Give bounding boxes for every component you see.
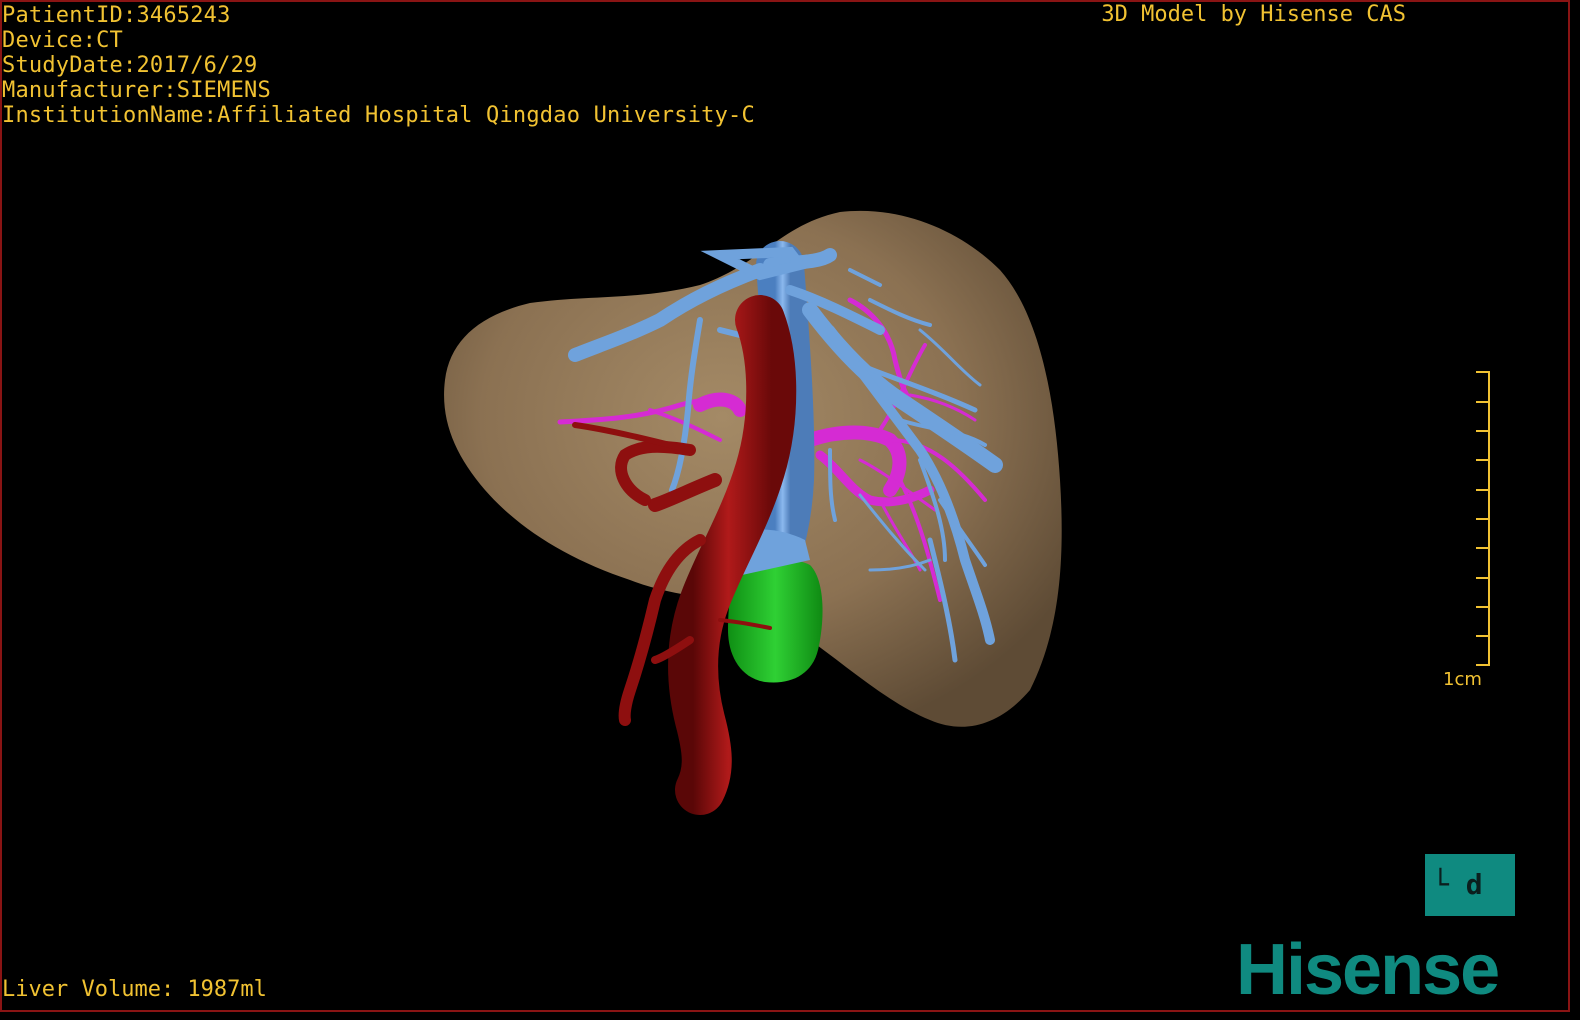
- liver-volume-label: Liver Volume: 1987ml: [2, 977, 267, 1002]
- hisense-logo: Hisense: [1236, 930, 1500, 1010]
- patient-id-label: PatientID:3465243: [2, 3, 231, 28]
- 3d-viewport[interactable]: [0, 0, 1580, 1020]
- scale-bar-label: 1cm: [1443, 669, 1482, 690]
- manufacturer-label: Manufacturer:SIEMENS: [2, 78, 271, 103]
- orientation-cube-label: └ d: [1432, 868, 1483, 901]
- scale-bar: [1476, 371, 1490, 666]
- institution-label: InstitutionName:Affiliated Hospital Qing…: [2, 103, 755, 128]
- device-label: Device:CT: [2, 28, 124, 53]
- model-credit-label: 3D Model by Hisense CAS: [1101, 2, 1406, 27]
- study-date-label: StudyDate:2017/6/29: [2, 53, 258, 78]
